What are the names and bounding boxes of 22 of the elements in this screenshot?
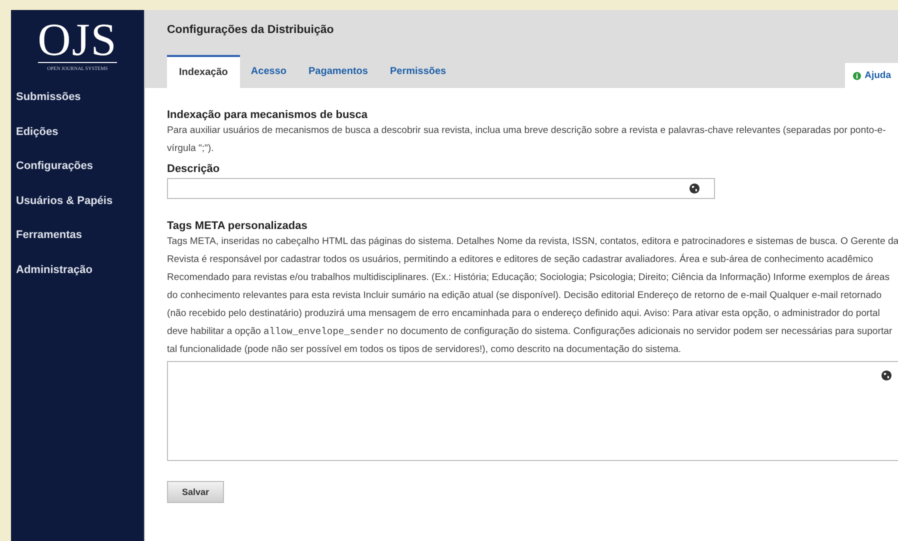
sidebar-item[interactable]: Submissões — [11, 90, 81, 125]
help-tab[interactable]: Ajuda — [844, 63, 898, 88]
sidebar-item[interactable]: Configurações — [11, 159, 94, 194]
field-label: Descrição — [167, 162, 221, 176]
tab[interactable]: Acesso — [240, 55, 298, 88]
tab[interactable]: Indexação — [167, 55, 240, 88]
tab[interactable]: Pagamentos — [298, 55, 379, 88]
section-description: Para auxiliar usuários de mecanismos de busca a descobrir sua revista, inclua uma breve descrição sobre a revista e palavras-chave relevantes (separadas por ponto-e-vírgula ";"). — [167, 124, 887, 156]
sidebar-item[interactable]: Administração — [11, 262, 92, 298]
save-button[interactable]: Salvar — [167, 481, 224, 503]
tab[interactable]: Permissões — [378, 55, 458, 88]
globe-icon[interactable] — [881, 370, 892, 381]
sidebar-item[interactable]: Ferramentas — [11, 228, 82, 263]
text-field[interactable] — [167, 178, 715, 199]
sidebar-item[interactable]: Usuários & Papéis — [11, 194, 113, 228]
page-title: Configurações da Distribuição — [166, 23, 335, 38]
info-icon — [852, 72, 861, 80]
section-title: Indexação para mecanismos de busca — [167, 108, 369, 122]
section-title: Tags META personalizadas — [167, 219, 308, 233]
logo-text: OJS — [38, 18, 118, 63]
sidebar-item[interactable]: Edições — [11, 124, 58, 160]
globe-icon[interactable] — [689, 183, 700, 194]
